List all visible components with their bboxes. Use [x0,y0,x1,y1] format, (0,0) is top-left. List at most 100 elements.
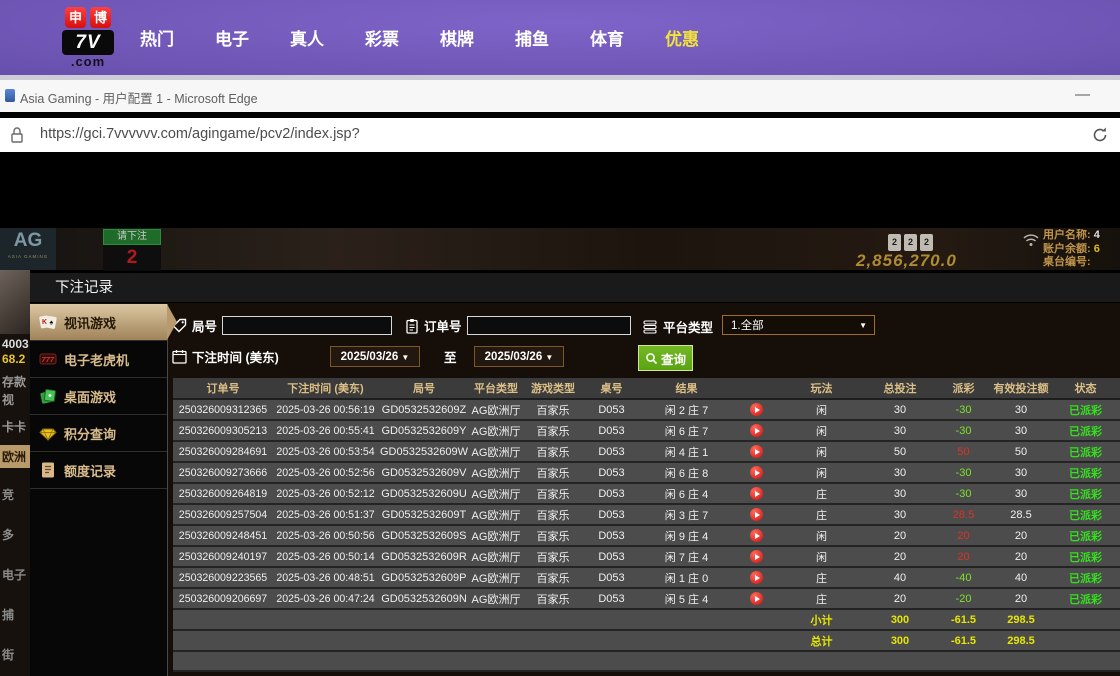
cell-time: 2025-03-26 00:50:14 [273,546,378,567]
replay-button[interactable] [750,508,763,521]
replay-button[interactable] [750,550,763,563]
sidebar-item-0[interactable]: K♠视讯游戏 [30,304,167,341]
col-header-9: 总投注 [864,378,936,399]
order-input[interactable] [467,316,631,335]
cell-status: 已派彩 [1051,588,1120,609]
modal-title: 下注记录 [30,273,1120,303]
round-label: 局号 [192,316,217,335]
replay-button[interactable] [750,592,763,605]
cell-total-payout: -61.5 [936,609,991,630]
logo-badge-2: 博 [90,7,111,28]
to-label: 至 [444,347,457,366]
sidebar-item-2[interactable]: 桌面游戏 [30,378,167,415]
cell-payout: 20 [936,546,991,567]
account-balance-value: 6 [1094,243,1100,255]
cell-valid_bet: 40 [991,567,1051,588]
table-row: 2503260092484512025-03-26 00:50:56GD0532… [173,525,1120,546]
table-row: 2503260092066972025-03-26 00:47:24GD0532… [173,588,1120,609]
date-from-picker[interactable]: 2025/03/26 [330,346,420,367]
nav-item-7[interactable]: 优惠 [665,25,699,50]
replay-button[interactable] [750,424,763,437]
platform-select[interactable]: 1.全部 [722,315,875,335]
date-to-picker[interactable]: 2025/03/26 [474,346,564,367]
cell-status: 已派彩 [1051,441,1120,462]
replay-button[interactable] [750,487,763,500]
cell-total_bet: 30 [864,399,936,420]
cell-round: GD0532532609P [378,567,470,588]
cell-table_no: D053 [584,525,639,546]
cell-play: 闲 [779,546,864,567]
cell-play: 庄 [779,483,864,504]
col-header-0: 订单号 [173,378,273,399]
refresh-icon[interactable] [1090,125,1110,145]
cell-play_icon [734,588,779,609]
cell-round: GD0532532609N [378,588,470,609]
background-menu-fragment: 68.2 [2,352,30,366]
cell-result: 闲 4 庄 1 [639,441,734,462]
table-row: 2503260092648192025-03-26 00:52:12GD0532… [173,483,1120,504]
grand-total-row: 总计300-61.5298.5 [173,630,1120,651]
replay-button[interactable] [750,466,763,479]
round-input[interactable] [222,316,392,335]
background-menu-fragment: 竞 [2,486,30,503]
cell-total-valid-bet: 298.5 [991,630,1051,651]
sidebar-item-label: 额度记录 [64,461,116,480]
sidebar-item-1[interactable]: 777电子老虎机 [30,341,167,378]
sidebar-item-3[interactable]: 积分查询 [30,415,167,452]
cell-total_bet: 30 [864,462,936,483]
replay-button[interactable] [750,529,763,542]
card: 2 [920,234,933,251]
col-header-5: 桌号 [584,378,639,399]
url-text[interactable]: https://gci.7vvvvvv.com/agingame/pcv2/in… [40,126,360,142]
cell-platform: AG欧洲厅 [470,546,522,567]
platform-selected-value: 1.全部 [731,320,764,332]
platform-field: 平台类型 [643,317,713,336]
replay-button[interactable] [750,403,763,416]
replay-button[interactable] [750,571,763,584]
round-field: 局号 [172,316,392,335]
svg-text:K: K [42,319,47,326]
svg-text:777: 777 [42,355,55,364]
site-topnav: 申 博 7V .com 热门 电子 真人 彩票 棋牌 捕鱼 体育 优惠 [0,0,1120,75]
logo-main: 7V [62,30,114,55]
nav-item-6[interactable]: 体育 [590,25,624,50]
cell-total-bet: 300 [864,630,936,651]
col-header-11: 有效投注额 [991,378,1051,399]
order-label: 订单号 [424,316,462,335]
cell-payout: 28.5 [936,504,991,525]
nav-item-3[interactable]: 彩票 [365,25,399,50]
cell-play_icon [734,399,779,420]
sidebar-item-label: 桌面游戏 [64,387,116,406]
nav-item-0[interactable]: 热门 [140,25,174,50]
list-icon [643,320,658,334]
cell-game: 百家乐 [522,588,584,609]
cell-round: GD0532532609U [378,483,470,504]
subtotal-row: 小计300-61.5298.5 [173,609,1120,630]
cell-play_icon [734,567,779,588]
cell-time: 2025-03-26 00:47:24 [273,588,378,609]
cell-platform: AG欧洲厅 [470,588,522,609]
col-header-1: 下注时间 (美东) [273,378,378,399]
cell-play: 庄 [779,567,864,588]
background-menu-fragment: 多 [2,526,30,543]
nav-item-2[interactable]: 真人 [290,25,324,50]
nav-item-1[interactable]: 电子 [215,25,249,50]
cell-play_icon [734,420,779,441]
minimize-button[interactable]: — [1075,86,1090,103]
site-logo[interactable]: 申 博 7V .com [56,7,120,69]
cell-status: 已派彩 [1051,546,1120,567]
cell-game: 百家乐 [522,462,584,483]
sidebar-item-4[interactable]: 额度记录 [30,452,167,489]
nav-item-5[interactable]: 捕鱼 [515,25,549,50]
cell-empty [173,651,1120,671]
browser-urlbar[interactable]: https://gci.7vvvvvv.com/agingame/pcv2/in… [0,118,1120,152]
replay-button[interactable] [750,445,763,458]
cell-result: 闲 9 庄 4 [639,525,734,546]
background-left-menu: 400368.2存款视卡卡欧洲竞多电子捕街 [0,270,30,676]
cell-time: 2025-03-26 00:50:56 [273,525,378,546]
cell-valid_bet: 30 [991,462,1051,483]
cell-total_bet: 20 [864,546,936,567]
nav-item-4[interactable]: 棋牌 [440,25,474,50]
diamond-icon [39,424,57,442]
query-button[interactable]: 查询 [638,345,693,371]
